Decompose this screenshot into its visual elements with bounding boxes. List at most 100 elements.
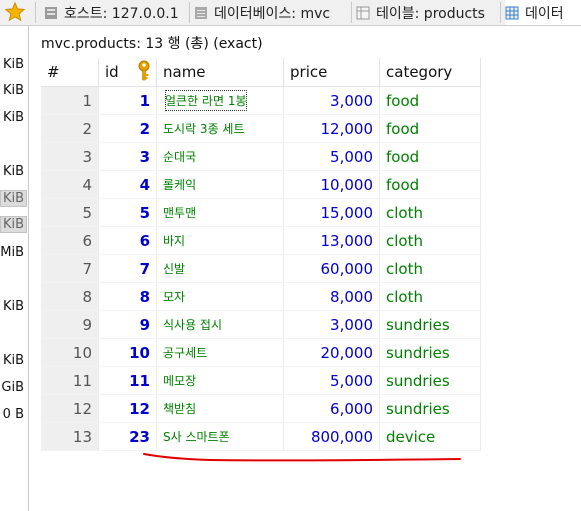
- cell-id[interactable]: 9: [98, 310, 157, 339]
- size-label: KiB: [2, 57, 24, 72]
- cell-category[interactable]: cloth: [379, 226, 481, 255]
- cell-price[interactable]: 8,000: [283, 282, 380, 311]
- data-grid[interactable]: # id name price category 1 1 얼큰한 라면 1봉 3,00…: [41, 58, 481, 451]
- cell-id[interactable]: 3: [98, 142, 157, 171]
- cell-id[interactable]: 7: [98, 254, 157, 283]
- cell-price[interactable]: 800,000: [283, 422, 380, 451]
- cell-price[interactable]: 60,000: [283, 254, 380, 283]
- cell-id[interactable]: 12: [98, 394, 157, 423]
- cell-row-number[interactable]: 10: [41, 338, 99, 367]
- column-header-id[interactable]: id: [98, 58, 157, 87]
- cell-category[interactable]: food: [379, 142, 481, 171]
- cell-row-number[interactable]: 11: [41, 366, 99, 395]
- cell-price[interactable]: 3,000: [283, 86, 380, 115]
- cell-row-number[interactable]: 5: [41, 198, 99, 227]
- cell-row-number[interactable]: 4: [41, 170, 99, 199]
- cell-id[interactable]: 2: [98, 114, 157, 143]
- tab-database[interactable]: 데이터베이스: mvc: [194, 0, 349, 25]
- cell-id[interactable]: 10: [98, 338, 157, 367]
- cell-name[interactable]: 식사용 접시: [156, 310, 284, 339]
- column-header-num[interactable]: #: [41, 58, 99, 87]
- table-row[interactable]: 7 7 신발 60,000 cloth: [41, 254, 481, 283]
- table-row[interactable]: 13 23 S사 스마트폰 800,000 device: [41, 422, 481, 451]
- cell-name[interactable]: 순대국: [156, 142, 284, 171]
- cell-price[interactable]: 6,000: [283, 394, 380, 423]
- cell-name[interactable]: 바지: [156, 226, 284, 255]
- table-row[interactable]: 3 3 순대국 5,000 food: [41, 142, 481, 171]
- cell-category[interactable]: food: [379, 86, 481, 115]
- cell-name[interactable]: 책받침: [156, 394, 284, 423]
- cell-category[interactable]: cloth: [379, 254, 481, 283]
- cell-row-number[interactable]: 6: [41, 226, 99, 255]
- cell-category[interactable]: food: [379, 170, 481, 199]
- cell-category[interactable]: sundries: [379, 338, 481, 367]
- table-icon: [356, 6, 370, 19]
- cell-row-number[interactable]: 13: [41, 422, 99, 451]
- cell-category[interactable]: sundries: [379, 310, 481, 339]
- table-row[interactable]: 1 1 얼큰한 라면 1봉 3,000 food: [41, 86, 481, 115]
- cell-row-number[interactable]: 3: [41, 142, 99, 171]
- cell-name[interactable]: 도시락 3종 세트: [156, 114, 284, 143]
- cell-row-number[interactable]: 2: [41, 114, 99, 143]
- tab-data-label: 데이터: [525, 5, 564, 22]
- cell-category[interactable]: cloth: [379, 282, 481, 311]
- cell-price[interactable]: 13,000: [283, 226, 380, 255]
- cell-name[interactable]: 신발: [156, 254, 284, 283]
- cell-id[interactable]: 6: [98, 226, 157, 255]
- cell-row-number[interactable]: 12: [41, 394, 99, 423]
- tab-separator: [500, 2, 501, 23]
- cell-price[interactable]: 12,000: [283, 114, 380, 143]
- tab-table-label: 테이블: products: [376, 5, 485, 22]
- cell-price[interactable]: 15,000: [283, 198, 380, 227]
- cell-price[interactable]: 20,000: [283, 338, 380, 367]
- table-row[interactable]: 4 4 롤케익 10,000 food: [41, 170, 481, 199]
- cell-category[interactable]: device: [379, 422, 481, 451]
- cell-row-number[interactable]: 7: [41, 254, 99, 283]
- star-icon[interactable]: [4, 1, 26, 23]
- table-row[interactable]: 9 9 식사용 접시 3,000 sundries: [41, 310, 481, 339]
- tab-host[interactable]: 호스트: 127.0.0.1: [44, 0, 184, 25]
- column-header-price[interactable]: price: [283, 58, 380, 87]
- cell-name[interactable]: 얼큰한 라면 1봉: [156, 86, 284, 115]
- cell-id[interactable]: 23: [98, 422, 157, 451]
- table-row[interactable]: 12 12 책받침 6,000 sundries: [41, 394, 481, 423]
- cell-row-number[interactable]: 9: [41, 310, 99, 339]
- table-row[interactable]: 10 10 공구세트 20,000 sundries: [41, 338, 481, 367]
- cell-name[interactable]: 공구세트: [156, 338, 284, 367]
- cell-name[interactable]: 메모장: [156, 366, 284, 395]
- table-list-sidebar[interactable]: KiB KiB KiB KiB KiB KiB MiB KiB KiB GiB …: [0, 26, 29, 511]
- column-header-name[interactable]: name: [156, 58, 284, 87]
- cell-name[interactable]: 롤케익: [156, 170, 284, 199]
- cell-price[interactable]: 10,000: [283, 170, 380, 199]
- table-row[interactable]: 5 5 맨투맨 15,000 cloth: [41, 198, 481, 227]
- tab-data[interactable]: 데이터: [505, 0, 581, 25]
- cell-category[interactable]: sundries: [379, 394, 481, 423]
- cell-id[interactable]: 11: [98, 366, 157, 395]
- cell-id[interactable]: 1: [98, 86, 157, 115]
- table-row[interactable]: 6 6 바지 13,000 cloth: [41, 226, 481, 255]
- tab-separator: [35, 2, 36, 23]
- cell-id[interactable]: 8: [98, 282, 157, 311]
- table-row[interactable]: 8 8 모자 8,000 cloth: [41, 282, 481, 311]
- focused-cell[interactable]: 얼큰한 라면 1봉: [163, 88, 249, 113]
- cell-price[interactable]: 5,000: [283, 142, 380, 171]
- tab-table[interactable]: 테이블: products: [356, 0, 498, 25]
- cell-price[interactable]: 5,000: [283, 366, 380, 395]
- cell-category[interactable]: food: [379, 114, 481, 143]
- cell-row-number[interactable]: 1: [41, 86, 99, 115]
- cell-row-number[interactable]: 8: [41, 282, 99, 311]
- cell-name[interactable]: 맨투맨: [156, 198, 284, 227]
- cell-category[interactable]: cloth: [379, 198, 481, 227]
- cell-id[interactable]: 5: [98, 198, 157, 227]
- cell-id[interactable]: 4: [98, 170, 157, 199]
- column-header-category[interactable]: category: [379, 58, 481, 87]
- cell-name[interactable]: 모자: [156, 282, 284, 311]
- cell-name[interactable]: S사 스마트폰: [156, 422, 284, 451]
- size-label: KiB: [2, 164, 24, 179]
- cell-category[interactable]: sundries: [379, 366, 481, 395]
- table-row[interactable]: 11 11 메모장 5,000 sundries: [41, 366, 481, 395]
- table-row[interactable]: 2 2 도시락 3종 세트 12,000 food: [41, 114, 481, 143]
- grid-icon: [505, 6, 519, 19]
- cell-price[interactable]: 3,000: [283, 310, 380, 339]
- grid-header-row: # id name price category: [41, 58, 481, 87]
